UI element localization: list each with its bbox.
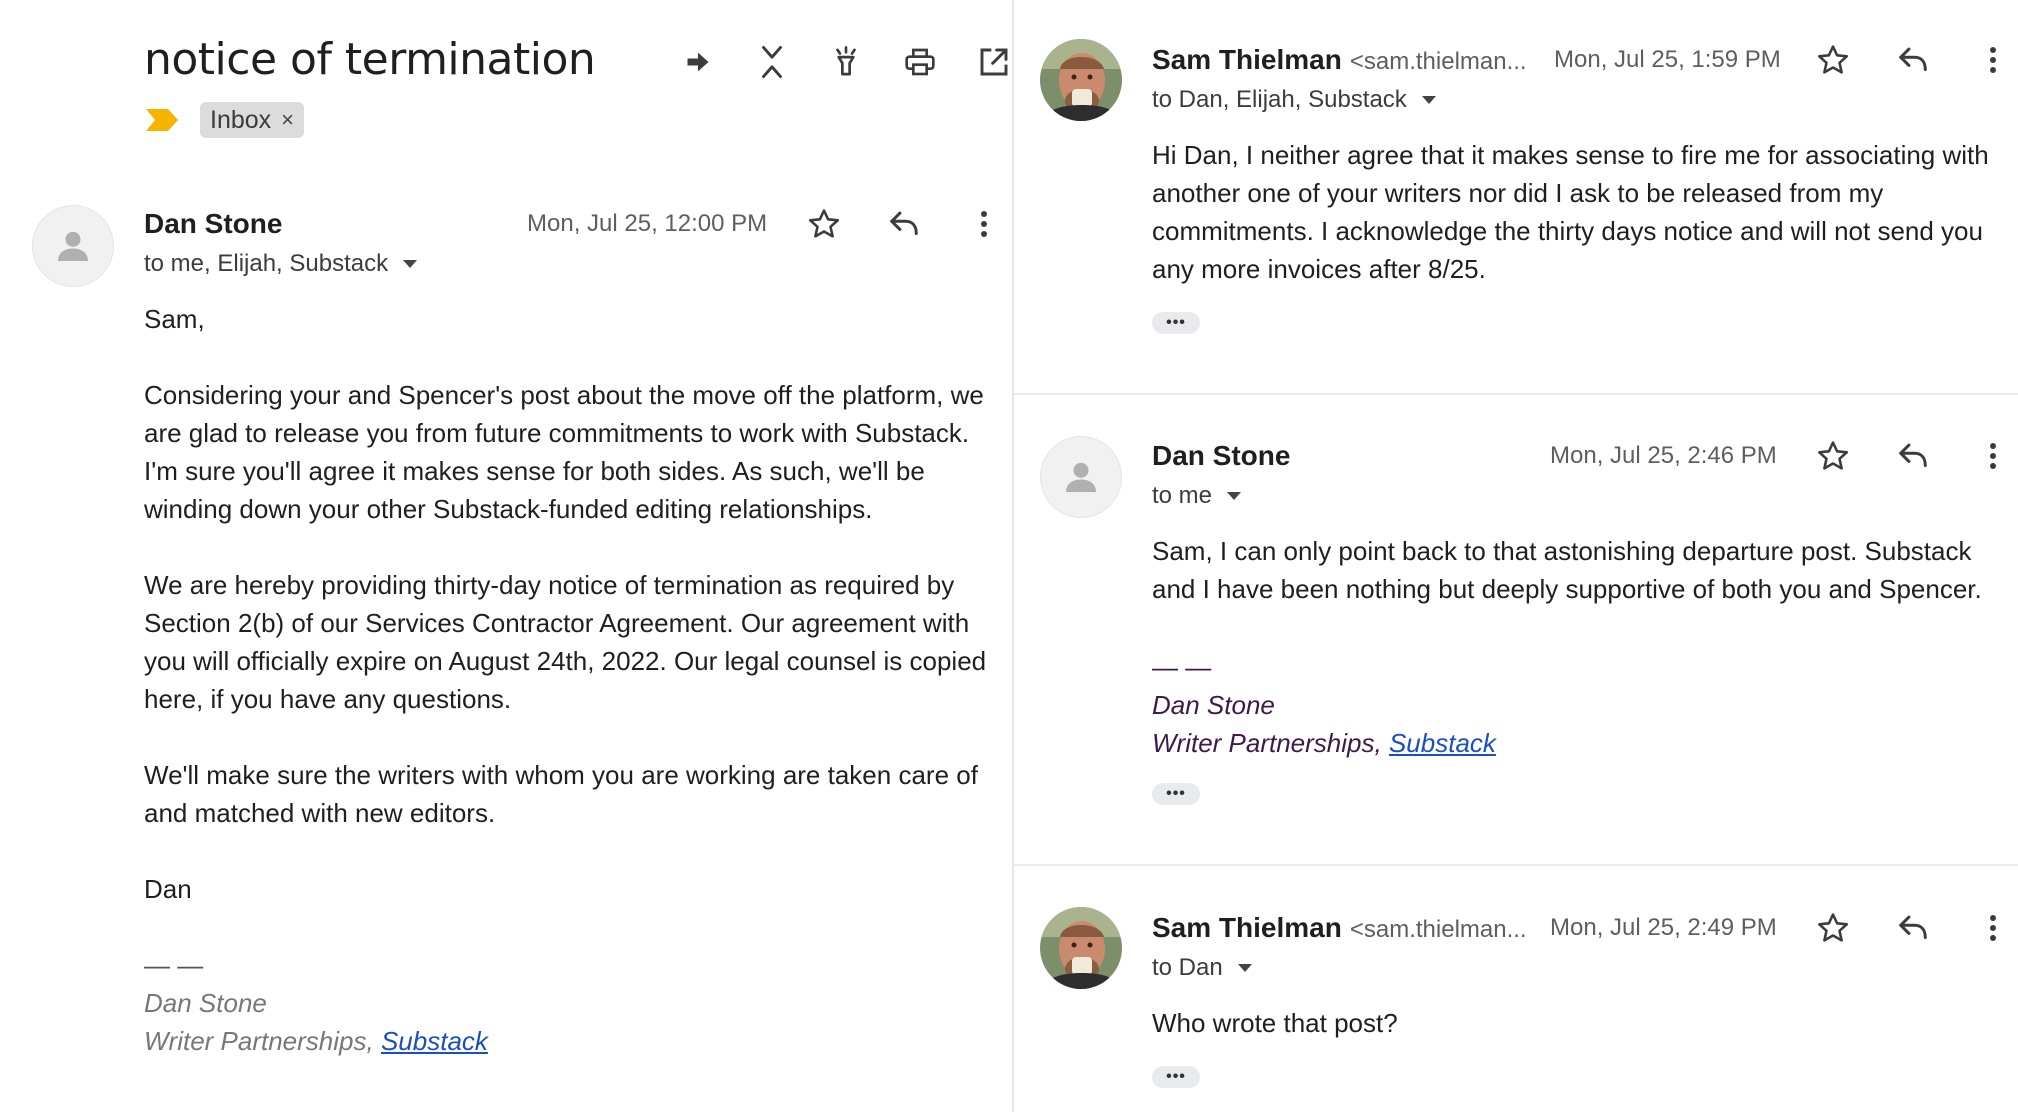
reply-icon[interactable]	[1893, 436, 1933, 476]
signature-separator: — —	[144, 946, 1004, 984]
star-icon[interactable]	[1813, 908, 1853, 948]
sender-email: <sam.thielman...	[1350, 48, 1527, 75]
recipients[interactable]: to me	[1152, 482, 1242, 510]
message-timestamp: Mon, Jul 25, 2:46 PM	[1550, 442, 1777, 470]
show-trimmed-content-button[interactable]: •••	[1152, 783, 1200, 805]
recipients-text: to me	[1152, 482, 1212, 510]
remove-label-button[interactable]: ×	[281, 107, 294, 133]
signature-title: Writer Partnerships, Substack	[1152, 724, 2002, 762]
avatar[interactable]	[1040, 907, 1122, 989]
recipients[interactable]: to Dan, Elijah, Substack	[1152, 86, 1437, 114]
star-icon[interactable]	[804, 204, 844, 244]
sender-email: <sam.thielman...	[1350, 916, 1527, 943]
reply-icon[interactable]	[1893, 40, 1933, 80]
recipients-text: to Dan, Elijah, Substack	[1152, 86, 1407, 114]
message-actions	[1813, 40, 2013, 80]
message-timestamp: Mon, Jul 25, 2:49 PM	[1550, 914, 1777, 942]
chevron-down-icon[interactable]	[1226, 491, 1242, 501]
reply-icon[interactable]	[1893, 908, 1933, 948]
recipients[interactable]: to Dan	[1152, 954, 1253, 982]
sender-name[interactable]: Dan Stone	[1152, 440, 1290, 472]
show-trimmed-content-button[interactable]: •••	[1152, 312, 1200, 334]
message-body: Sam, I can only point back to that aston…	[1152, 532, 2002, 762]
sender-name[interactable]: Dan Stone	[144, 208, 282, 240]
message-paragraph: Sam, I can only point back to that aston…	[1152, 532, 2002, 608]
avatar[interactable]	[1040, 436, 1122, 518]
message-paragraph: Considering your and Spencer's post abou…	[144, 376, 1004, 528]
recipients[interactable]: to me, Elijah, Substack	[144, 250, 418, 278]
spam-icon[interactable]	[824, 40, 868, 84]
signature-name: Dan Stone	[144, 984, 1004, 1022]
message-separator	[1014, 864, 2018, 866]
show-trimmed-content-button[interactable]: •••	[1152, 1066, 1200, 1088]
message-closing: Dan	[144, 870, 1004, 908]
sender-name[interactable]: Sam Thielman <sam.thielman...	[1152, 44, 1527, 76]
recipients-text: to me, Elijah, Substack	[144, 250, 388, 278]
message-actions	[1813, 436, 2013, 476]
default-avatar-icon	[1061, 457, 1101, 497]
more-vertical-icon[interactable]	[1973, 436, 2013, 476]
message-paragraph: We are hereby providing thirty-day notic…	[144, 566, 1004, 718]
print-icon[interactable]	[898, 40, 942, 84]
thread-toolbar	[676, 40, 1016, 84]
right-pane: Sam Thielman <sam.thielman... to Dan, Eli…	[1014, 0, 2018, 1112]
message-body: Who wrote that post?	[1152, 1004, 2002, 1042]
chevron-down-icon[interactable]	[402, 259, 418, 269]
message-actions	[804, 204, 1004, 244]
message-body: Hi Dan, I neither agree that it makes se…	[1152, 136, 2002, 288]
more-vertical-icon[interactable]	[1973, 908, 2013, 948]
message-timestamp: Mon, Jul 25, 12:00 PM	[527, 210, 767, 238]
signature-title: Writer Partnerships, Substack	[144, 1022, 1004, 1060]
signature-separator: — —	[1152, 648, 2002, 686]
label-chip-inbox: Inbox ×	[200, 102, 304, 138]
message-separator	[1014, 393, 2018, 395]
sender-display-name: Sam Thielman	[1152, 44, 1342, 75]
substack-link[interactable]: Substack	[381, 1026, 488, 1056]
open-in-new-window-icon[interactable]	[972, 40, 1016, 84]
signature-role: Writer Partnerships,	[144, 1026, 381, 1056]
collapse-all-icon[interactable]	[750, 40, 794, 84]
chevron-down-icon[interactable]	[1421, 95, 1437, 105]
star-icon[interactable]	[1813, 436, 1853, 476]
avatar[interactable]	[32, 205, 114, 287]
message-actions	[1813, 908, 2013, 948]
signature-name: Dan Stone	[1152, 686, 2002, 724]
recipients-text: to Dan	[1152, 954, 1223, 982]
sender-name[interactable]: Sam Thielman <sam.thielman...	[1152, 912, 1527, 944]
reply-icon[interactable]	[884, 204, 924, 244]
message-body: Sam, Considering your and Spencer's post…	[144, 300, 1004, 1060]
chevron-down-icon[interactable]	[1237, 963, 1253, 973]
avatar[interactable]	[1040, 39, 1122, 121]
signature-role: Writer Partnerships,	[1152, 728, 1389, 758]
label-chip-text: Inbox	[210, 106, 271, 135]
more-vertical-icon[interactable]	[964, 204, 1004, 244]
more-vertical-icon[interactable]	[1973, 40, 2013, 80]
star-icon[interactable]	[1813, 40, 1853, 80]
sender-display-name: Sam Thielman	[1152, 912, 1342, 943]
message-greeting: Sam,	[144, 300, 1004, 338]
substack-link[interactable]: Substack	[1389, 728, 1496, 758]
default-avatar-icon	[53, 226, 93, 266]
sam-thielman-photo	[1040, 39, 1122, 121]
message-timestamp: Mon, Jul 25, 1:59 PM	[1554, 46, 1781, 74]
left-pane: notice of termination Inbox × Dan Stone …	[0, 0, 1012, 1112]
sam-thielman-photo	[1040, 907, 1122, 989]
thread-subject: notice of termination	[144, 34, 595, 85]
move-to-icon[interactable]	[676, 40, 720, 84]
important-marker-icon[interactable]	[144, 106, 180, 134]
message-paragraph: We'll make sure the writers with whom yo…	[144, 756, 1004, 832]
